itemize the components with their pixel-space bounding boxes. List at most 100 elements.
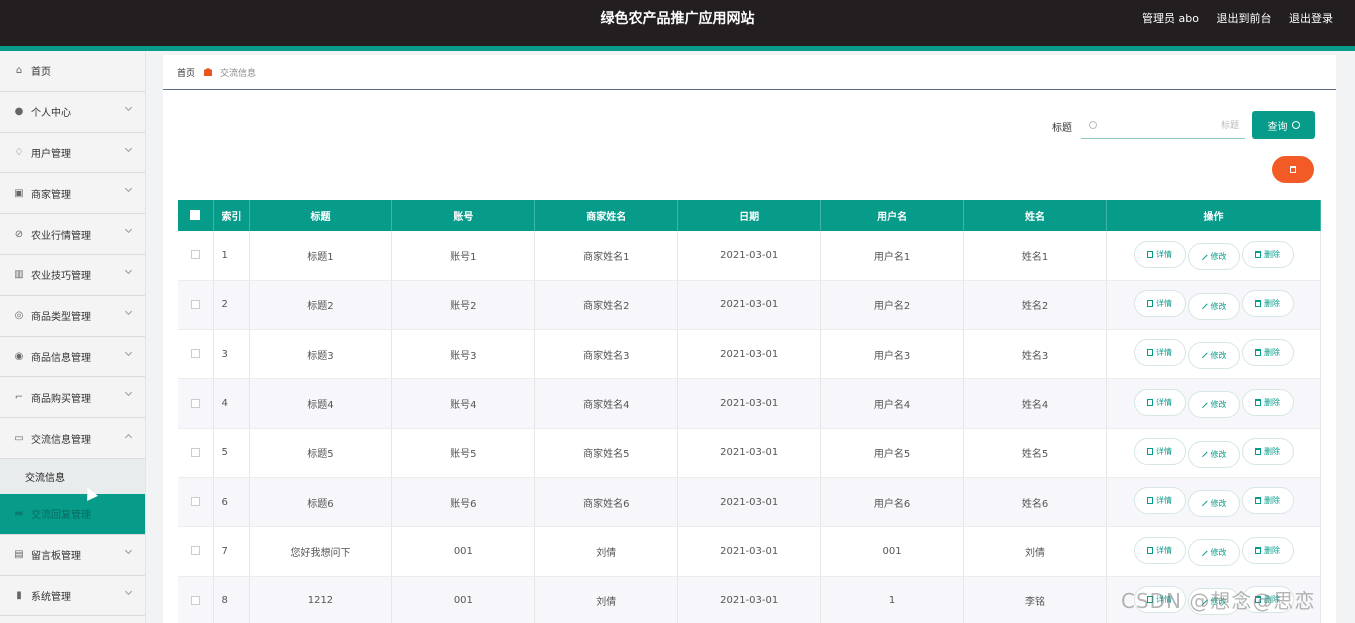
batch-delete-button[interactable] <box>1272 156 1314 183</box>
detail-button[interactable]: 详情 <box>1133 438 1186 466</box>
row-checkbox[interactable] <box>190 250 200 260</box>
delete-button[interactable]: 删除 <box>1241 438 1294 466</box>
delete-button[interactable]: 删除 <box>1241 536 1294 564</box>
detail-button[interactable]: 详情 <box>1133 290 1186 318</box>
breadcrumb-home[interactable]: 首页 <box>177 66 195 79</box>
sidebar-item-market-management[interactable]: ⊘ 农业行情管理 <box>0 214 145 255</box>
sidebar-item-message-board[interactable]: ▤ 留言板管理 <box>0 535 145 576</box>
breadcrumb-separator-icon <box>204 68 213 76</box>
chevron-down-icon <box>124 587 133 595</box>
table-cell-merchant: 商家姓名4 <box>534 378 679 429</box>
select-all-checkbox[interactable] <box>190 210 201 220</box>
trash-icon <box>1255 398 1261 406</box>
row-actions: 详情 修改 删除 <box>1106 329 1321 380</box>
row-checkbox[interactable] <box>190 398 200 408</box>
table-cell-date: 2021-03-01 <box>677 477 822 528</box>
logout-link[interactable]: 退出登录 <box>1289 12 1333 25</box>
edit-button[interactable]: 修改 <box>1187 341 1240 369</box>
table-cell-date: 2021-03-01 <box>677 428 822 478</box>
chevron-down-icon <box>124 266 133 275</box>
trash-icon <box>1255 448 1261 456</box>
edit-button[interactable]: 修改 <box>1187 539 1240 567</box>
table-cell-merchant: 刘倩 <box>534 576 679 623</box>
sidebar-item-purchase-management[interactable]: ⌐ 商品购买管理 <box>0 377 145 419</box>
sidebar-item-home[interactable]: ⌂ 首页 <box>0 51 145 92</box>
edit-button[interactable]: 修改 <box>1187 243 1240 271</box>
chevron-down-icon <box>124 348 133 356</box>
table-cell-idx: 7 <box>213 526 250 577</box>
delete-button[interactable]: 删除 <box>1241 290 1294 318</box>
watermark: CSDN @想念@思恋 <box>1121 589 1316 613</box>
detail-button[interactable]: 详情 <box>1133 240 1186 268</box>
detail-button[interactable]: 详情 <box>1133 487 1186 515</box>
sidebar-item-product-management[interactable]: ◉ 商品信息管理 <box>0 337 145 378</box>
table-cell-account: 账号4 <box>391 378 536 429</box>
sidebar-item-label: 系统管理 <box>31 591 71 603</box>
edit-button[interactable]: 修改 <box>1187 489 1240 517</box>
document-icon <box>1147 497 1153 505</box>
delete-button[interactable]: 删除 <box>1241 388 1294 416</box>
clipboard-icon: ▣ <box>14 187 24 199</box>
delete-label: 删除 <box>1264 496 1280 506</box>
search-input[interactable] <box>1103 117 1239 135</box>
query-button[interactable]: 查询 <box>1252 111 1315 139</box>
chevron-down-icon <box>124 144 133 152</box>
sidebar-item-tips-management[interactable]: ▥ 农业技巧管理 <box>0 255 145 296</box>
sidebar-item-personal-center[interactable]: ● 个人中心 <box>0 92 145 133</box>
pencil-icon <box>1200 352 1208 359</box>
row-checkbox-cell <box>178 280 214 331</box>
edit-button[interactable]: 修改 <box>1187 391 1240 419</box>
table-cell-username: 1 <box>820 576 965 623</box>
delete-button[interactable]: 删除 <box>1241 240 1294 268</box>
column-header: 索引 <box>213 200 250 231</box>
row-checkbox[interactable] <box>190 349 200 359</box>
row-actions: 详情 修改 删除 <box>1106 280 1321 331</box>
row-checkbox[interactable] <box>190 497 200 507</box>
delete-button[interactable]: 删除 <box>1241 487 1294 515</box>
table-cell-title: 标题3 <box>249 329 393 380</box>
row-checkbox[interactable] <box>190 299 200 309</box>
sidebar-item-label: 商家管理 <box>31 189 71 201</box>
sidebar-item-category-management[interactable]: ◎ 商品类型管理 <box>0 296 145 337</box>
column-header: 日期 <box>677 200 822 231</box>
detail-label: 详情 <box>1156 348 1172 358</box>
sidebar-item-label: 交流回复管理 <box>31 510 91 522</box>
row-checkbox[interactable] <box>190 447 200 457</box>
back-to-front-link[interactable]: 退出到前台 <box>1217 12 1272 25</box>
row-checkbox[interactable] <box>190 595 200 605</box>
table-cell-account: 账号6 <box>391 477 536 528</box>
search-field <box>1081 113 1245 139</box>
delete-label: 删除 <box>1264 397 1280 407</box>
sidebar-item-merchant-management[interactable]: ▣ 商家管理 <box>0 173 145 215</box>
table-cell-account: 账号2 <box>391 280 536 331</box>
detail-button[interactable]: 详情 <box>1133 536 1186 564</box>
top-bar: 绿色农产品推广应用网站 管理员 abo 退出到前台 退出登录 <box>0 0 1355 46</box>
edit-label: 修改 <box>1210 301 1227 311</box>
detail-button[interactable]: 详情 <box>1133 339 1186 367</box>
sidebar-item-exchange-management[interactable]: ▭ 交流信息管理 <box>0 418 145 459</box>
row-checkbox[interactable] <box>190 546 200 556</box>
detail-label: 详情 <box>1156 447 1172 457</box>
delete-button[interactable]: 删除 <box>1241 339 1294 367</box>
sidebar-item-label: 用户管理 <box>31 148 71 160</box>
detail-button[interactable]: 详情 <box>1133 388 1186 416</box>
chevron-up-icon <box>124 434 133 442</box>
bell-icon: ♢ <box>14 146 24 158</box>
row-checkbox-cell <box>178 378 214 429</box>
sidebar-subitem-exchange-info[interactable]: 交流信息 <box>0 458 145 494</box>
table-cell-merchant: 商家姓名1 <box>534 231 679 281</box>
sidebar-item-system-management[interactable]: ▮ 系统管理 <box>0 576 145 617</box>
row-actions: 详情 修改 删除 <box>1106 526 1321 577</box>
chevron-down-icon <box>124 226 133 234</box>
edit-label: 修改 <box>1210 350 1227 360</box>
sidebar-item-reply-management[interactable]: ▬ 交流回复管理 <box>0 493 145 535</box>
edit-button[interactable]: 修改 <box>1187 292 1240 320</box>
current-user-label: 管理员 abo <box>1142 12 1199 25</box>
sidebar-item-user-management[interactable]: ♢ 用户管理 <box>0 133 145 174</box>
row-checkbox-cell <box>178 477 214 528</box>
table-cell-title: 标题5 <box>249 428 393 478</box>
edit-button[interactable]: 修改 <box>1187 440 1240 468</box>
edit-label: 修改 <box>1210 498 1227 508</box>
sidebar: ⌂ 首页 ● 个人中心 ♢ 用户管理 ▣ 商家管理 ⊘ 农业行情管理 ▥ 农业技… <box>0 51 146 623</box>
table-cell-idx: 4 <box>213 378 250 429</box>
